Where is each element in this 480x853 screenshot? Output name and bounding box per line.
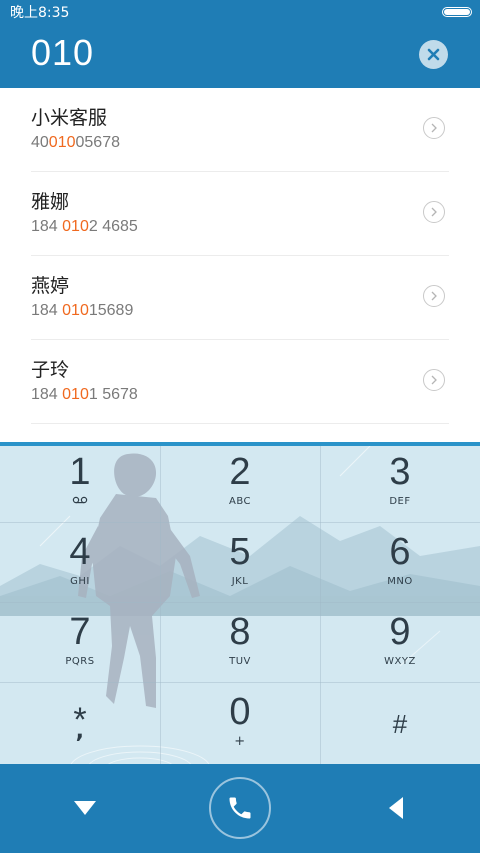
key-letters: ABC [228,496,251,507]
contact-number: 184 0101 5678 [31,386,138,403]
chevron-right-icon [431,207,437,217]
battery-full-icon [442,7,472,17]
contact-list: 小米客服 4001005678 雅娜 184 0102 4685 燕婷 184 … [0,88,480,442]
dialer-screen: 晚上8:35 010 小米客服 4001005678 雅娜 184 0102 4… [0,0,480,853]
collapse-keypad-button[interactable] [63,788,107,828]
key-letters: , [75,719,85,744]
key-5[interactable]: 5 JKL [160,522,320,602]
chevron-right-icon [431,291,437,301]
key-digit: 2 [229,451,251,493]
key-0[interactable]: 0 + [160,682,320,762]
key-letters: TUV [229,656,251,667]
backspace-button[interactable] [374,788,418,828]
match-highlight: 010 [62,386,89,403]
contact-row[interactable]: 燕婷 184 01015689 [31,256,449,340]
triangle-left-icon [389,797,403,819]
key-8[interactable]: 8 TUV [160,602,320,682]
contact-detail-button[interactable] [423,117,445,139]
contact-name: 雅娜 [31,191,70,213]
triangle-down-icon [74,801,96,815]
dialed-number[interactable]: 010 [31,33,94,73]
key-hash[interactable]: # [320,682,480,762]
voicemail-icon [0,496,160,508]
key-digit: 4 [69,531,91,573]
match-highlight: 010 [62,302,89,319]
dialer-header: 晚上8:35 010 [0,0,480,88]
key-letters: WXYZ [384,656,416,667]
contact-detail-button[interactable] [423,369,445,391]
key-letters: PQRS [65,656,95,667]
chevron-right-icon [431,123,437,133]
key-digit: 6 [389,531,411,573]
key-digit: 1 [69,451,91,493]
dial-keypad: 1 2 ABC 3 DEF 4 GHI 5 JKL 6 MNO 7 PQRS 8… [0,442,480,764]
contact-name: 子玲 [31,359,70,381]
key-digit: 5 [229,531,251,573]
match-highlight: 010 [48,134,76,151]
key-star[interactable]: * , [0,682,160,762]
clear-x-icon [427,48,440,61]
key-7[interactable]: 7 PQRS [0,602,160,682]
key-digit: 0 [229,691,251,733]
key-digit: # [392,709,408,739]
contact-row[interactable]: 小米客服 4001005678 [31,88,449,172]
contact-number: 184 0102 4685 [31,218,138,235]
key-digit: 8 [229,611,251,653]
clear-button[interactable] [419,40,448,69]
dialer-action-bar [0,764,480,853]
contact-detail-button[interactable] [423,201,445,223]
contact-name: 燕婷 [31,275,70,297]
chevron-right-icon [431,375,437,385]
key-digit: 9 [389,611,411,653]
match-highlight: 010 [62,218,89,235]
key-letters: MNO [387,576,413,587]
key-3[interactable]: 3 DEF [320,446,480,522]
contact-row[interactable]: 子玲 184 0101 5678 [31,340,449,424]
contact-number: 4001005678 [31,134,120,151]
key-1[interactable]: 1 [0,446,160,522]
contact-number: 184 01015689 [31,302,134,319]
contact-row[interactable]: 雅娜 184 0102 4685 [31,172,449,256]
key-9[interactable]: 9 WXYZ [320,602,480,682]
key-letters: + [234,734,246,749]
key-letters: GHI [70,576,90,587]
key-2[interactable]: 2 ABC [160,446,320,522]
key-digit: 3 [389,451,411,493]
phone-icon [229,797,251,819]
key-digit: 7 [69,611,91,653]
key-4[interactable]: 4 GHI [0,522,160,602]
key-letters: DEF [389,496,411,507]
status-time: 晚上8:35 [10,5,70,21]
key-letters: JKL [231,576,249,587]
contact-detail-button[interactable] [423,285,445,307]
key-6[interactable]: 6 MNO [320,522,480,602]
contact-name: 小米客服 [31,107,108,129]
call-button[interactable] [209,777,271,839]
